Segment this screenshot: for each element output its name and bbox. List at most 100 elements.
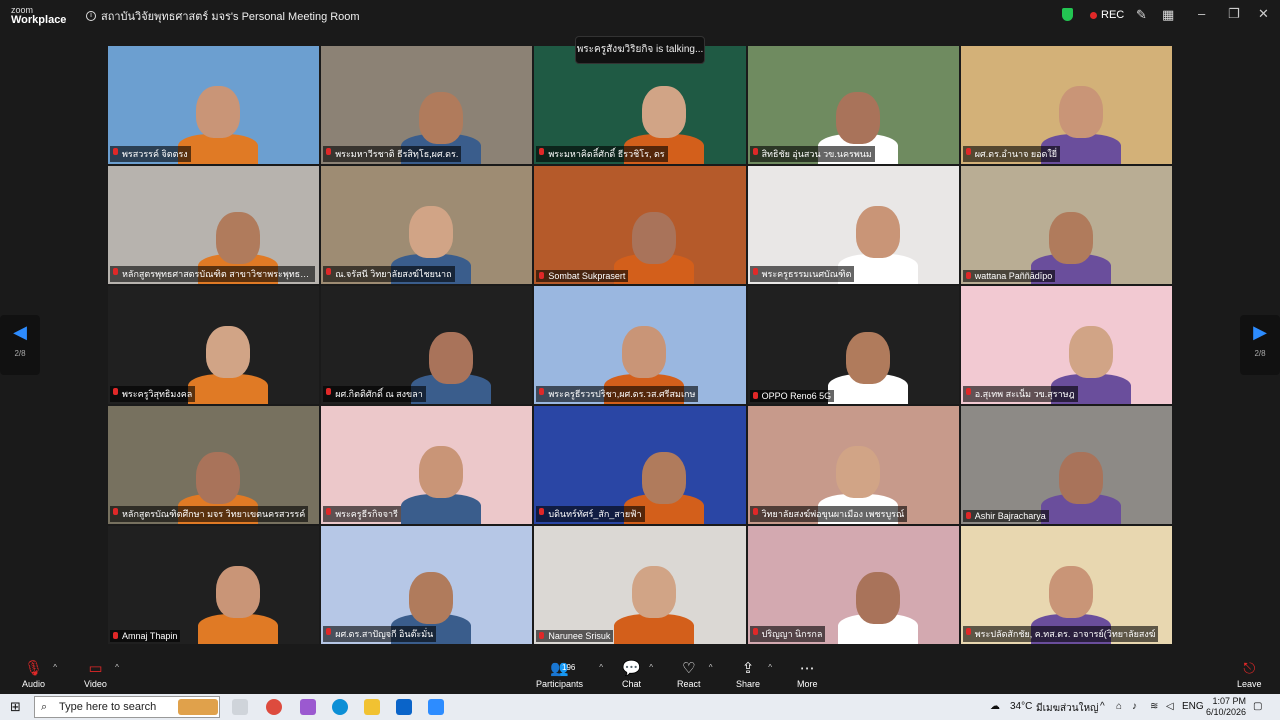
clock-date: 6/10/2026	[1206, 707, 1247, 717]
clock[interactable]: 1:07 PM 6/10/2026	[1206, 696, 1246, 718]
participant-tile[interactable]: บดินทร์ทัศร์_สัก_สายฟ้า	[533, 405, 747, 525]
react-button[interactable]: ♡ React ^	[677, 659, 713, 689]
info-icon[interactable]: i	[86, 11, 96, 21]
participant-face	[419, 446, 464, 498]
video-button[interactable]: ▭ Video ^	[84, 659, 119, 689]
recording-indicator[interactable]: REC	[1090, 9, 1124, 21]
participant-face	[196, 86, 240, 138]
participant-body	[198, 614, 278, 644]
participant-tile[interactable]: wattana Paññādīpo	[959, 165, 1173, 285]
tray-chevron-icon[interactable]: ^	[1100, 701, 1105, 712]
participant-face	[196, 452, 240, 504]
network-icon[interactable]: ⌂	[1116, 701, 1122, 712]
windows-start-icon[interactable]: ⊞	[10, 699, 21, 715]
weather-text[interactable]: มีเมฆส่วนใหญ่	[1036, 701, 1099, 716]
participant-tile[interactable]: วิทยาลัยสงฆ์พ่อขุนผาเมือง เพชรบูรณ์	[746, 405, 960, 525]
participant-tile[interactable]: พระครูธรรมเนศบัณฑิต	[746, 165, 960, 285]
participant-tile[interactable]: OPPO Reno6 5G	[746, 285, 960, 405]
more-label: More	[797, 679, 818, 689]
share-screen-icon: ⇪	[741, 660, 755, 677]
more-button[interactable]: ⋯ More	[797, 659, 818, 689]
participant-tile[interactable]: ผศ.กิตติศักดิ์ ณ สงขลา	[320, 285, 534, 405]
edge-icon[interactable]	[332, 699, 348, 715]
share-button[interactable]: ⇪ Share ^	[736, 659, 772, 689]
news-widget-icon[interactable]	[178, 699, 218, 715]
participant-tile[interactable]: หลักสูตรบัณฑิตศึกษา มจร วิทยาเขตนครสวรรค…	[107, 405, 321, 525]
arrow-left-icon: ◀	[13, 322, 27, 342]
participant-body	[614, 614, 695, 644]
copilot-icon[interactable]	[300, 699, 316, 715]
maximize-button[interactable]: ❐	[1228, 6, 1240, 22]
participant-tile[interactable]: พระครูธีรวรปริชา,ผศ.ดร.วส.ศรีสมเกษ	[533, 285, 747, 405]
leave-button[interactable]: ⎋ Leave	[1237, 659, 1262, 689]
chat-label: Chat	[622, 679, 642, 689]
chevron-up-icon[interactable]: ^	[709, 663, 713, 672]
participant-face	[1068, 326, 1113, 378]
participant-tile[interactable]: พระครูวิสุทธิมงคล	[107, 285, 321, 405]
gallery-view-icon[interactable]: ▦	[1162, 7, 1174, 23]
language-indicator[interactable]: ENG	[1182, 701, 1204, 712]
audio-button[interactable]: 🎙 Audio ^	[22, 659, 57, 689]
annotate-pen-icon[interactable]: ✎	[1136, 7, 1147, 23]
participant-name: พระครูธีรกิจจารี	[323, 506, 401, 522]
participant-name: พระครูวิสุทธิมงคล	[110, 386, 196, 402]
participant-tile[interactable]: หลักสูตรพุทธศาสตรบัณฑิต สาขาวิชาพระพุทธศ…	[107, 165, 321, 285]
chat-icon: 💬	[622, 660, 641, 677]
participant-tile[interactable]: ปริญญา นิกรกล	[746, 525, 960, 645]
participant-tile[interactable]: ผศ.ดร.สาปัญจกี อินต๊ะมั่น	[320, 525, 534, 645]
chat-button[interactable]: 💬 Chat ^	[622, 659, 653, 689]
title-bar: zoom Workplace i สถาบันวิจัยพุทธศาสตร์ ม…	[0, 0, 1280, 30]
participant-name: ผศ.ดร.สาปัญจกี อินต๊ะมั่น	[323, 626, 437, 642]
prev-page-button[interactable]: ◀ 2/8	[0, 315, 40, 375]
participant-tile[interactable]: ณ.จรัสนี วิทยาลัยสงฆ์ไชยนาถ	[320, 165, 534, 285]
task-view-icon[interactable]	[232, 699, 248, 715]
participant-name: พระมหาคิดลิ์ศักดิ์ ธีรวชิโร, ดร	[536, 146, 668, 162]
participant-tile[interactable]: Sombat Sukprasert	[533, 165, 747, 285]
chevron-up-icon[interactable]: ^	[53, 663, 57, 672]
participant-tile[interactable]: Ashir Bajracharya	[959, 405, 1173, 525]
rec-label: REC	[1101, 9, 1125, 21]
temperature[interactable]: 34°C	[1010, 701, 1032, 712]
participant-face	[419, 92, 464, 144]
chevron-up-icon[interactable]: ^	[115, 663, 119, 672]
participant-name: Amnaj Thapin	[110, 630, 181, 642]
participant-tile[interactable]: พระมหาวีรชาติ ธีรสิทฺโธ,ผศ.ดร.	[320, 45, 534, 165]
meeting-title-text: สถาบันวิจัยพุทธศาสตร์ มจร's Personal Mee…	[101, 11, 360, 23]
minimize-button[interactable]: –	[1198, 6, 1205, 21]
participant-face	[206, 326, 250, 378]
volume-icon[interactable]: ◁	[1166, 701, 1174, 712]
wifi-icon[interactable]: ≋	[1150, 701, 1158, 712]
participant-face	[855, 572, 900, 624]
participant-tile[interactable]: Amnaj Thapin	[107, 525, 321, 645]
chevron-up-icon[interactable]: ^	[649, 663, 653, 672]
participant-name: วิทยาลัยสงฆ์พ่อขุนผาเมือง เพชรบูรณ์	[749, 506, 908, 522]
next-page-button[interactable]: ▶ 2/8	[1240, 315, 1280, 375]
video-gallery: พรสวรรค์ จิตตรง พระมหาวีรชาติ ธีรสิทฺโธ,ผ…	[107, 45, 1173, 645]
participant-name: พระมหาวีรชาติ ธีรสิทฺโธ,ผศ.ดร.	[323, 146, 462, 162]
participant-tile[interactable]: Narunee Srisuk	[533, 525, 747, 645]
close-button[interactable]: ✕	[1258, 6, 1269, 22]
participant-tile[interactable]: อ.สุเทพ สะเน็ม วข.สุราษฎ	[959, 285, 1173, 405]
participant-face	[216, 212, 260, 264]
participant-name: ปริญญา นิกรกล	[749, 626, 826, 642]
participant-tile[interactable]: สิทธิชัย อุ่นสวน วข.นครพนม	[746, 45, 960, 165]
participant-tile[interactable]: พระปลัดสักชัย, ค.ทส.ดร. อาจารย์(วิทยาลัย…	[959, 525, 1173, 645]
outlook-icon[interactable]	[396, 699, 412, 715]
chevron-up-icon[interactable]: ^	[599, 663, 603, 672]
chrome-icon[interactable]	[266, 699, 282, 715]
participant-face	[1048, 566, 1093, 618]
chevron-up-icon[interactable]: ^	[768, 663, 772, 672]
participants-button[interactable]: 👥 196 Participants ^	[536, 659, 603, 689]
participant-name: OPPO Reno6 5G	[749, 390, 835, 402]
participant-tile[interactable]: พรสวรรค์ จิตตรง	[107, 45, 321, 165]
notifications-icon[interactable]: ▢	[1253, 701, 1262, 712]
security-shield-icon[interactable]	[1062, 8, 1073, 21]
clock-time: 1:07 PM	[1212, 696, 1247, 706]
file-explorer-icon[interactable]	[364, 699, 380, 715]
meeting-title[interactable]: i สถาบันวิจัยพุทธศาสตร์ มจร's Personal M…	[86, 7, 360, 25]
participant-tile[interactable]: พระครูธีรกิจจารี	[320, 405, 534, 525]
zoom-icon[interactable]	[428, 699, 444, 715]
windows-taskbar: ⊞ ⌕ Type here to search ☁ 34°C มีเมฆส่วน…	[0, 694, 1280, 720]
participant-tile[interactable]: ผศ.ดร.อำนาจ ยอดใยี่	[959, 45, 1173, 165]
mic-tray-icon[interactable]: ♪	[1132, 701, 1137, 712]
